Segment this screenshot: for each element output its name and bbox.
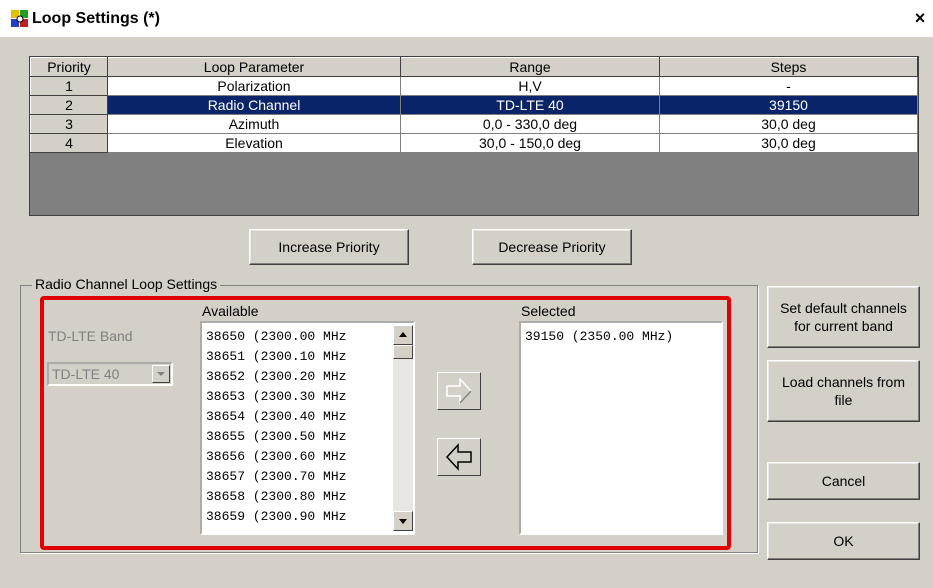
- ok-button[interactable]: OK: [767, 522, 920, 560]
- steps-cell[interactable]: -: [659, 76, 918, 96]
- list-item[interactable]: 38654 (2300.40 MHz: [206, 409, 346, 424]
- list-item[interactable]: 38651 (2300.10 MHz: [206, 349, 346, 364]
- priority-cell[interactable]: 4: [30, 133, 108, 153]
- chevron-down-icon[interactable]: [152, 365, 170, 383]
- parameter-cell[interactable]: Azimuth: [107, 114, 401, 134]
- arrow-left-icon: [445, 443, 472, 471]
- priority-cell[interactable]: 2: [30, 95, 108, 115]
- groupbox-legend: Radio Channel Loop Settings: [32, 276, 221, 292]
- header-priority[interactable]: Priority: [30, 57, 108, 77]
- band-select[interactable]: TD-LTE 40: [47, 362, 173, 386]
- window-title: Loop Settings (*): [32, 10, 160, 27]
- list-item[interactable]: 39150 (2350.00 MHz): [525, 329, 673, 344]
- available-label: Available: [202, 303, 259, 319]
- arrow-right-icon: [446, 377, 473, 405]
- increase-priority-button[interactable]: Increase Priority: [249, 229, 409, 265]
- list-item[interactable]: 38658 (2300.80 MHz: [206, 489, 346, 504]
- table-row-selected[interactable]: 2 Radio Channel TD-LTE 40 39150: [30, 95, 918, 115]
- decrease-priority-button[interactable]: Decrease Priority: [472, 229, 632, 265]
- set-default-channels-button[interactable]: Set default channels for current band: [767, 286, 920, 348]
- selected-channels-list[interactable]: 39150 (2350.00 MHz): [519, 321, 723, 535]
- range-cell[interactable]: TD-LTE 40: [400, 95, 660, 115]
- parameter-cell[interactable]: Polarization: [107, 76, 401, 96]
- grid-header-row: Priority Loop Parameter Range Steps: [30, 57, 918, 77]
- add-channel-button[interactable]: [437, 372, 481, 410]
- table-row[interactable]: 3 Azimuth 0,0 - 330,0 deg 30,0 deg: [30, 114, 918, 134]
- list-item[interactable]: 38653 (2300.30 MHz: [206, 389, 346, 404]
- parameter-cell[interactable]: Elevation: [107, 133, 401, 153]
- list-item[interactable]: 38650 (2300.00 MHz: [206, 329, 346, 344]
- range-cell[interactable]: H,V: [400, 76, 660, 96]
- list-item[interactable]: 38659 (2300.90 MHz: [206, 509, 346, 524]
- scroll-thumb[interactable]: [393, 345, 413, 359]
- loop-settings-window: Loop Settings (*) × Priority Loop Parame…: [0, 0, 933, 588]
- priority-cell[interactable]: 3: [30, 114, 108, 134]
- header-loop-parameter[interactable]: Loop Parameter: [107, 57, 401, 77]
- available-channels-list[interactable]: 38650 (2300.00 MHz 38651 (2300.10 MHz 38…: [200, 321, 415, 535]
- loop-parameter-grid: Priority Loop Parameter Range Steps 1 Po…: [29, 56, 919, 216]
- range-cell[interactable]: 30,0 - 150,0 deg: [400, 133, 660, 153]
- app-icon: [11, 10, 28, 27]
- band-select-value: TD-LTE 40: [52, 366, 120, 382]
- table-row[interactable]: 4 Elevation 30,0 - 150,0 deg 30,0 deg: [30, 133, 918, 153]
- cancel-button[interactable]: Cancel: [767, 462, 920, 500]
- parameter-cell[interactable]: Radio Channel: [107, 95, 401, 115]
- steps-cell[interactable]: 39150: [659, 95, 918, 115]
- load-channels-button[interactable]: Load channels from file: [767, 360, 920, 422]
- scroll-up-icon[interactable]: [393, 325, 413, 345]
- band-label: TD-LTE Band: [48, 328, 133, 344]
- close-icon[interactable]: ×: [910, 8, 930, 28]
- steps-cell[interactable]: 30,0 deg: [659, 133, 918, 153]
- range-cell[interactable]: 0,0 - 330,0 deg: [400, 114, 660, 134]
- header-range[interactable]: Range: [400, 57, 660, 77]
- remove-channel-button[interactable]: [437, 438, 481, 476]
- header-steps[interactable]: Steps: [659, 57, 918, 77]
- list-item[interactable]: 38652 (2300.20 MHz: [206, 369, 346, 384]
- priority-cell[interactable]: 1: [30, 76, 108, 96]
- title-bar: Loop Settings (*) ×: [0, 0, 933, 37]
- list-item[interactable]: 38656 (2300.60 MHz: [206, 449, 346, 464]
- available-scrollbar[interactable]: [393, 325, 413, 531]
- selected-label: Selected: [521, 303, 576, 319]
- scroll-down-icon[interactable]: [393, 511, 413, 531]
- list-item[interactable]: 38655 (2300.50 MHz: [206, 429, 346, 444]
- list-item[interactable]: 38657 (2300.70 MHz: [206, 469, 346, 484]
- table-row[interactable]: 1 Polarization H,V -: [30, 76, 918, 96]
- steps-cell[interactable]: 30,0 deg: [659, 114, 918, 134]
